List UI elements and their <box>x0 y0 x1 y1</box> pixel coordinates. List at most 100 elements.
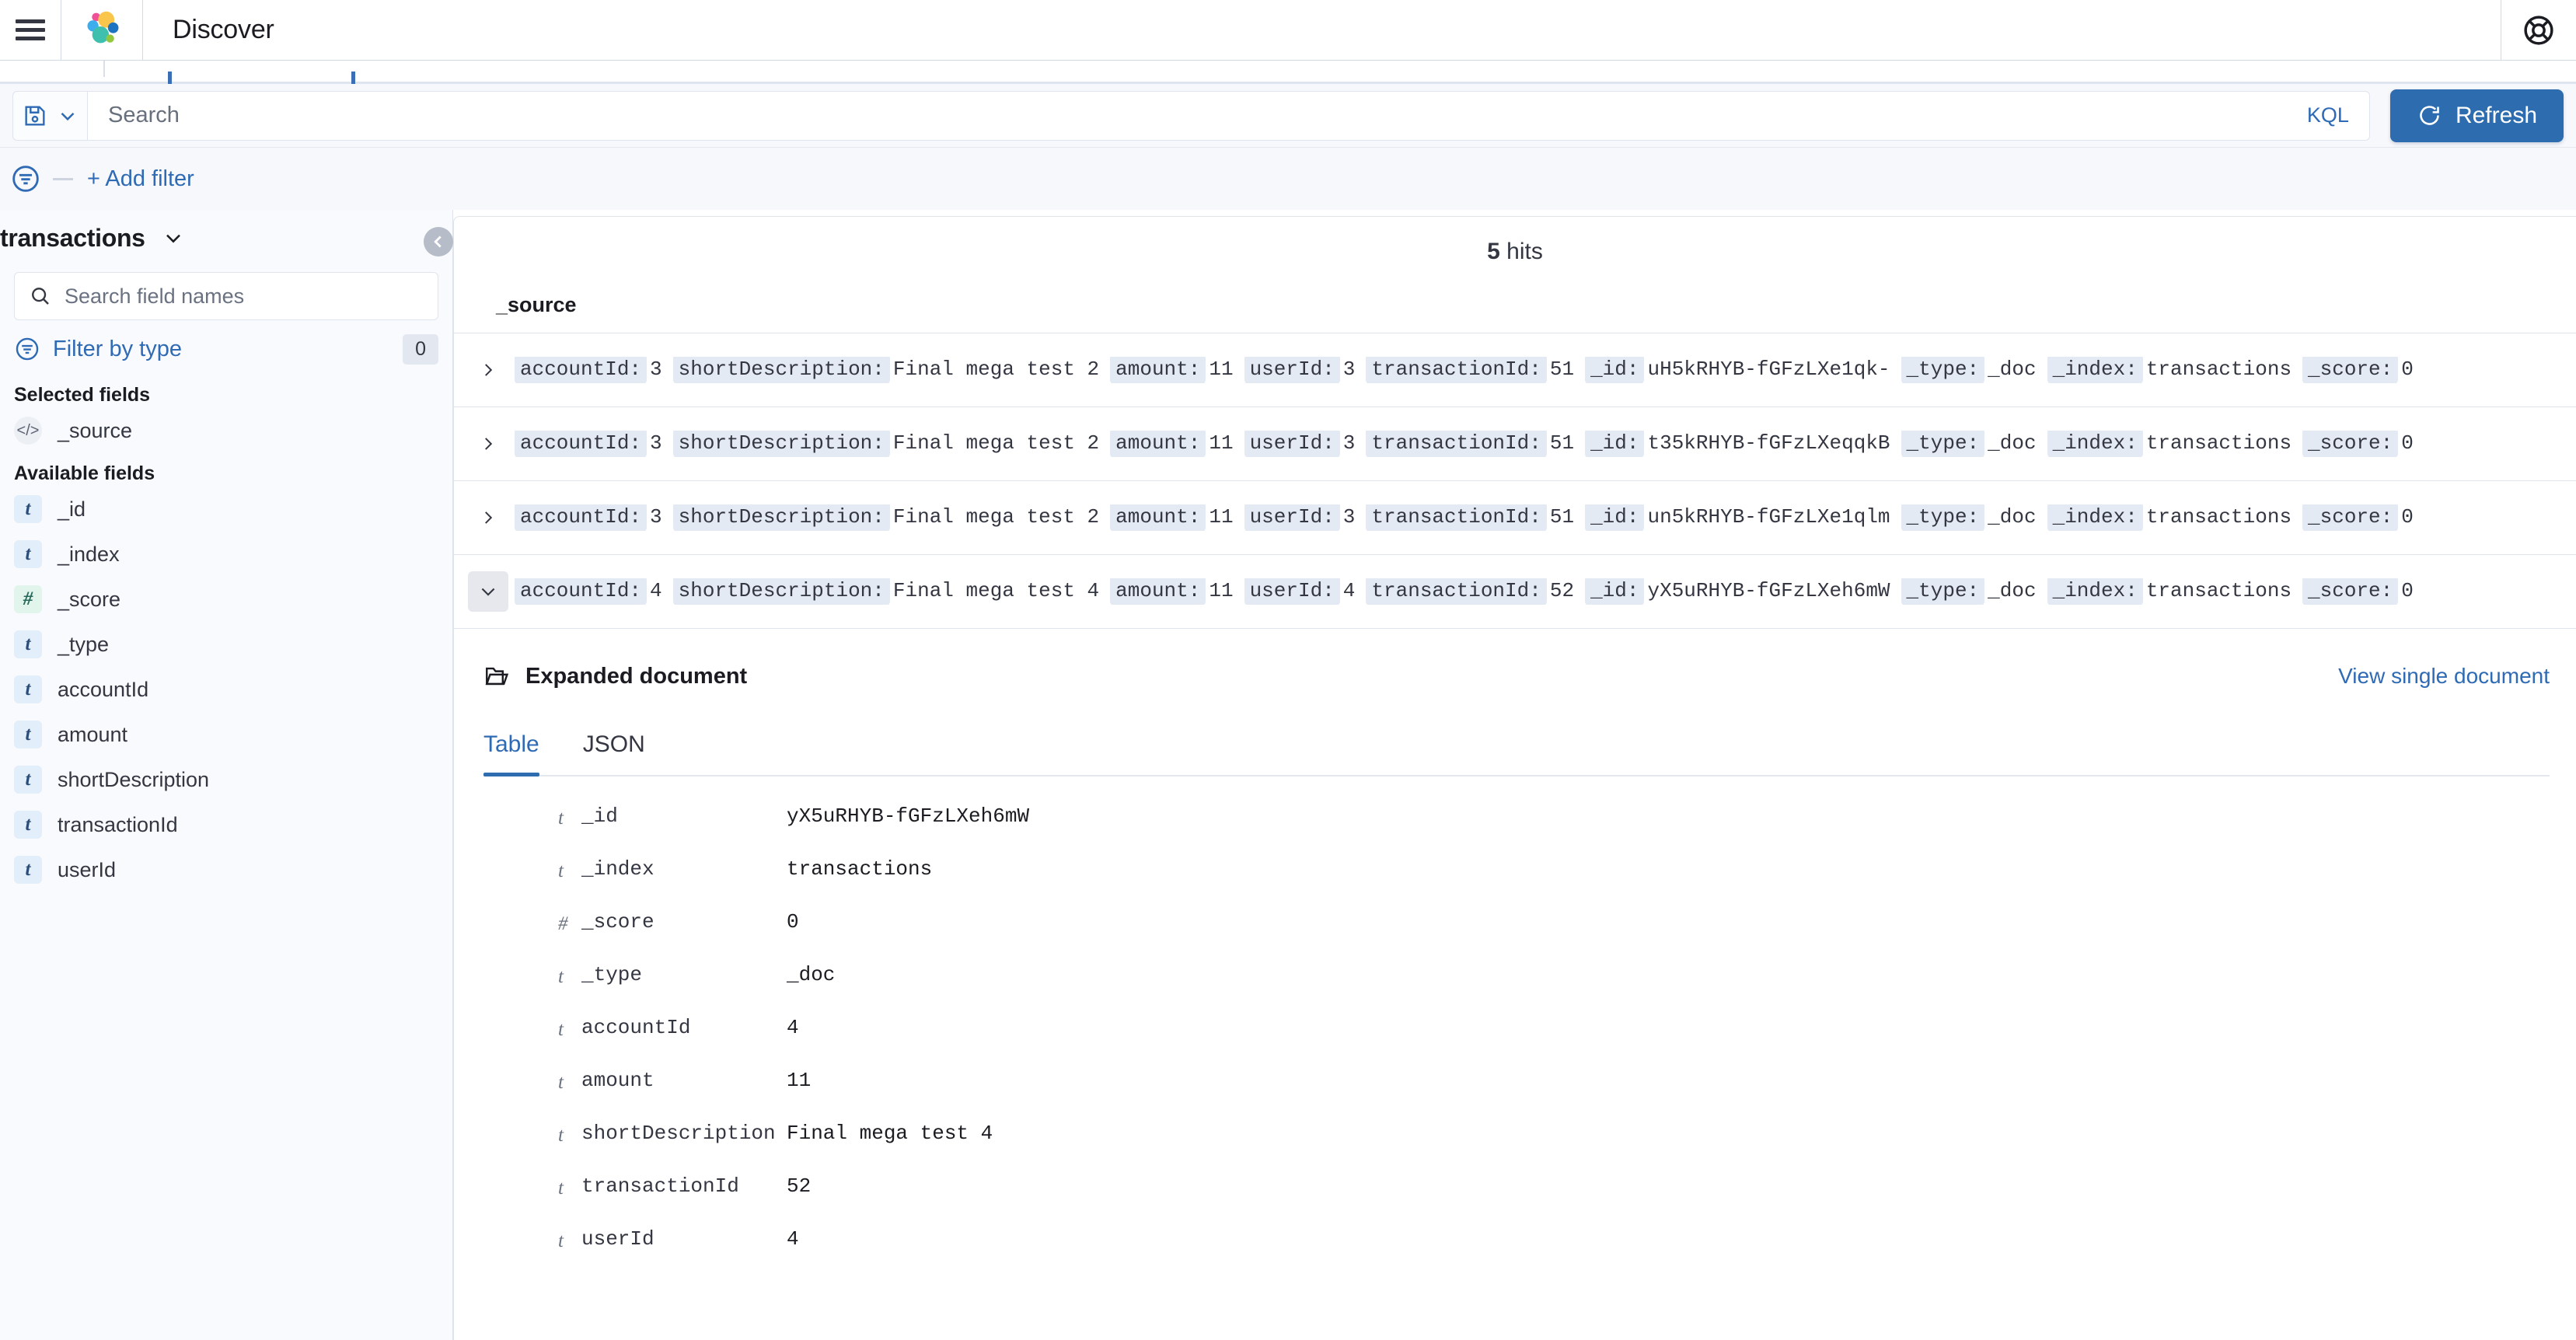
field-key: accountId: <box>515 431 647 457</box>
field-key: _score: <box>2302 504 2399 531</box>
source-cell: accountId: 3 shortDescription: Final mega t… <box>515 504 2432 531</box>
hamburger-menu-button[interactable] <box>0 0 61 61</box>
document-field-row[interactable]: t accountId 4 <box>483 1016 2576 1069</box>
index-pattern-selector[interactable]: transactions <box>0 210 438 266</box>
field-row-shortDescription[interactable]: t shortDescription <box>14 757 438 802</box>
field-row-accountId[interactable]: t accountId <box>14 667 438 712</box>
query-bar: KQL Refresh <box>0 84 2576 148</box>
field-value: Final mega test 4 <box>892 579 1100 603</box>
field-value: 11 <box>1209 431 1234 455</box>
document-field-name: shortDescription <box>581 1122 776 1145</box>
field-value: 3 <box>1342 505 1356 529</box>
add-filter-button[interactable]: + Add filter <box>79 166 194 192</box>
string-type-icon: t <box>558 808 564 829</box>
field-value: transactions <box>2145 505 2292 529</box>
string-type-icon: t <box>558 860 564 881</box>
field-row-source[interactable]: </> _source <box>14 408 438 453</box>
search-field-names-input[interactable] <box>65 284 424 309</box>
tab-table[interactable]: Table <box>483 731 561 776</box>
collapse-sidebar-button[interactable] <box>424 227 453 256</box>
source-cell: accountId: 3 shortDescription: Final mega t… <box>515 357 2432 383</box>
collapse-row-button[interactable] <box>468 571 508 612</box>
field-key: transactionId: <box>1366 578 1547 605</box>
field-value: 11 <box>1209 505 1234 529</box>
elastic-logo-icon <box>87 11 119 43</box>
field-key: _index: <box>2047 357 2143 383</box>
chevron-left-icon <box>434 236 442 248</box>
filter-options-button[interactable] <box>5 158 47 200</box>
document-field-value: 4 <box>787 1016 799 1039</box>
string-type-icon: t <box>558 1019 564 1040</box>
field-row-userId[interactable]: t userId <box>14 847 438 892</box>
filter-by-type-button[interactable]: Filter by type 0 <box>14 323 438 375</box>
expanded-document-title: Expanded document <box>525 663 748 689</box>
selected-fields-heading: Selected fields <box>14 384 151 406</box>
document-field-row[interactable]: t amount 11 <box>483 1069 2576 1122</box>
field-value: transactions <box>2145 579 2292 603</box>
string-type-icon: t <box>14 540 42 568</box>
view-single-document-link[interactable]: View single document <box>2338 664 2550 689</box>
field-value: transactions <box>2145 358 2292 382</box>
document-field-name: userId <box>581 1227 654 1251</box>
document-field-row[interactable]: t _type _doc <box>483 963 2576 1016</box>
string-type-icon: t <box>558 1072 564 1093</box>
filter-bar: + Add filter <box>0 148 2576 210</box>
refresh-button[interactable]: Refresh <box>2389 89 2564 142</box>
search-input[interactable] <box>108 103 2292 128</box>
table-row[interactable]: accountId: 3 shortDescription: Final mega t… <box>454 333 2576 407</box>
string-type-icon: t <box>14 630 42 658</box>
tab-json[interactable]: JSON <box>561 731 667 775</box>
document-field-row[interactable]: # _score 0 <box>483 910 2576 963</box>
field-key: userId: <box>1244 357 1340 383</box>
chevron-down-icon <box>481 588 495 596</box>
table-row[interactable]: accountId: 3 shortDescription: Final mega t… <box>454 407 2576 481</box>
field-value: uH5kRHYB-fGFzLXe1qk- <box>1647 358 1890 382</box>
chevron-down-icon <box>166 234 180 243</box>
field-key: _type: <box>1901 504 1985 531</box>
field-value: _doc <box>1988 358 2037 382</box>
document-field-name: accountId <box>581 1016 691 1039</box>
field-name: _source <box>58 418 133 442</box>
folder-open-icon <box>485 667 509 686</box>
field-key: amount: <box>1110 431 1206 457</box>
field-row-_id[interactable]: t _id <box>14 487 438 532</box>
field-value: _doc <box>1988 431 2037 455</box>
field-row-amount[interactable]: t amount <box>14 712 438 757</box>
field-name: userId <box>58 857 117 881</box>
elastic-logo-button[interactable] <box>61 0 142 61</box>
expand-row-button[interactable] <box>468 497 508 538</box>
field-value: 4 <box>1342 579 1356 603</box>
document-field-row[interactable]: t transactionId 52 <box>483 1174 2576 1227</box>
document-field-value: transactions <box>787 857 933 881</box>
field-row-_score[interactable]: # _score <box>14 577 438 622</box>
refresh-icon <box>2420 106 2439 125</box>
field-row-_index[interactable]: t _index <box>14 532 438 577</box>
document-field-value: 52 <box>787 1174 812 1198</box>
number-type-icon: # <box>14 585 42 613</box>
field-value: 3 <box>1342 431 1356 455</box>
document-field-row[interactable]: t shortDescription Final mega test 4 <box>483 1122 2576 1174</box>
expand-row-button[interactable] <box>468 350 508 390</box>
field-row-transactionId[interactable]: t transactionId <box>14 802 438 847</box>
source-column-header: _source <box>454 273 2576 333</box>
field-row-_type[interactable]: t _type <box>14 622 438 667</box>
string-type-icon: t <box>558 1178 564 1199</box>
expand-row-button[interactable] <box>468 424 508 464</box>
sliver-tick-2 <box>351 72 355 84</box>
query-language-button[interactable]: KQL <box>2292 103 2349 127</box>
document-field-value: 4 <box>787 1227 799 1251</box>
field-key: _id: <box>1585 578 1645 605</box>
table-row[interactable]: accountId: 3 shortDescription: Final mega t… <box>454 481 2576 555</box>
help-button[interactable] <box>2501 0 2576 61</box>
table-row[interactable]: accountId: 4 shortDescription: Final mega t… <box>454 555 2576 629</box>
saved-query-button[interactable] <box>12 90 87 141</box>
field-search-wrapper[interactable] <box>14 272 438 320</box>
document-field-name: _score <box>581 910 654 933</box>
field-key: userId: <box>1244 578 1340 605</box>
string-type-icon: t <box>14 856 42 884</box>
document-field-row[interactable]: t userId 4 <box>483 1227 2576 1280</box>
search-input-wrapper[interactable]: KQL <box>87 90 2370 141</box>
document-field-row[interactable]: t _index transactions <box>483 857 2576 910</box>
field-value: 3 <box>650 358 662 382</box>
document-field-row[interactable]: t _id yX5uRHYB-fGFzLXeh6mW <box>483 804 2576 857</box>
